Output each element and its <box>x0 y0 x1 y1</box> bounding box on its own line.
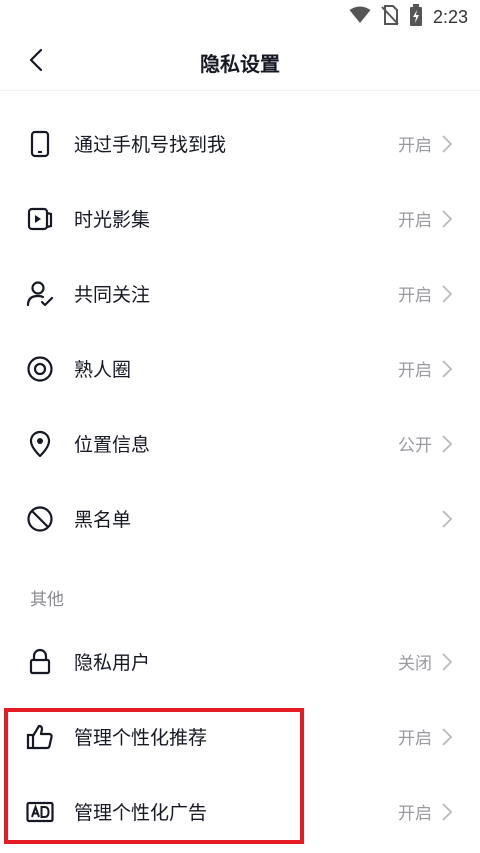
chevron-right-icon <box>440 359 454 379</box>
no-sim-icon <box>381 5 399 29</box>
nav-bar: 隐私设置 <box>0 34 480 91</box>
ad-icon <box>26 798 54 826</box>
phone-icon <box>26 130 54 158</box>
setting-label: 管理个性化推荐 <box>74 727 208 749</box>
status-icons: 2:23 <box>349 4 468 30</box>
setting-time-album[interactable]: 时光影集 开启 <box>0 181 480 256</box>
setting-acquaintance-circle[interactable]: 熟人圈 开启 <box>0 331 480 406</box>
thumbs-up-icon <box>26 723 54 751</box>
setting-label: 共同关注 <box>74 284 151 306</box>
setting-private-user[interactable]: 隐私用户 关闭 <box>0 624 480 699</box>
setting-blacklist[interactable]: 黑名单 <box>0 481 480 556</box>
setting-mutual-follow[interactable]: 共同关注 开启 <box>0 256 480 331</box>
page-title: 隐私设置 <box>200 52 280 76</box>
chevron-right-icon <box>440 727 454 747</box>
setting-value: 公开 <box>398 436 432 456</box>
setting-label: 时光影集 <box>74 209 151 231</box>
setting-label: 通过手机号找到我 <box>74 134 227 156</box>
battery-charging-icon <box>409 4 423 30</box>
setting-value: 开启 <box>398 729 432 749</box>
setting-personalized-recommendation[interactable]: 管理个性化推荐 开启 <box>0 699 480 774</box>
setting-find-by-phone[interactable]: 通过手机号找到我 开启 <box>0 106 480 181</box>
setting-value: 开启 <box>398 361 432 381</box>
wifi-icon <box>349 6 371 28</box>
setting-label: 黑名单 <box>74 509 132 531</box>
album-icon <box>26 205 54 233</box>
block-icon <box>26 505 54 533</box>
chevron-right-icon <box>440 434 454 454</box>
chevron-right-icon <box>440 209 454 229</box>
setting-label: 熟人圈 <box>74 359 132 381</box>
status-time: 2:23 <box>432 6 468 27</box>
section-header-other: 其他 <box>30 590 64 610</box>
chevron-right-icon <box>440 509 454 529</box>
setting-location[interactable]: 位置信息 公开 <box>0 406 480 481</box>
setting-value: 开启 <box>398 211 432 231</box>
settings-list: 通过手机号找到我 开启 时光影集 开启 共同关注 开启 熟人圈 开启 位置信息 … <box>0 106 480 849</box>
lock-icon <box>26 648 54 676</box>
setting-value: 关闭 <box>398 654 432 674</box>
location-pin-icon <box>26 430 54 458</box>
setting-label: 隐私用户 <box>74 652 151 674</box>
chevron-right-icon <box>440 802 454 822</box>
setting-value: 开启 <box>398 136 432 156</box>
setting-label: 管理个性化广告 <box>74 802 208 824</box>
chevron-right-icon <box>440 284 454 304</box>
setting-personalized-ads[interactable]: 管理个性化广告 开启 <box>0 774 480 849</box>
status-bar: 2:23 <box>0 0 480 34</box>
chevron-right-icon <box>440 134 454 154</box>
setting-value: 开启 <box>398 286 432 306</box>
chevron-right-icon <box>440 652 454 672</box>
setting-label: 位置信息 <box>74 434 151 456</box>
user-check-icon <box>26 280 54 308</box>
setting-value: 开启 <box>398 804 432 824</box>
circle-icon <box>26 355 54 383</box>
